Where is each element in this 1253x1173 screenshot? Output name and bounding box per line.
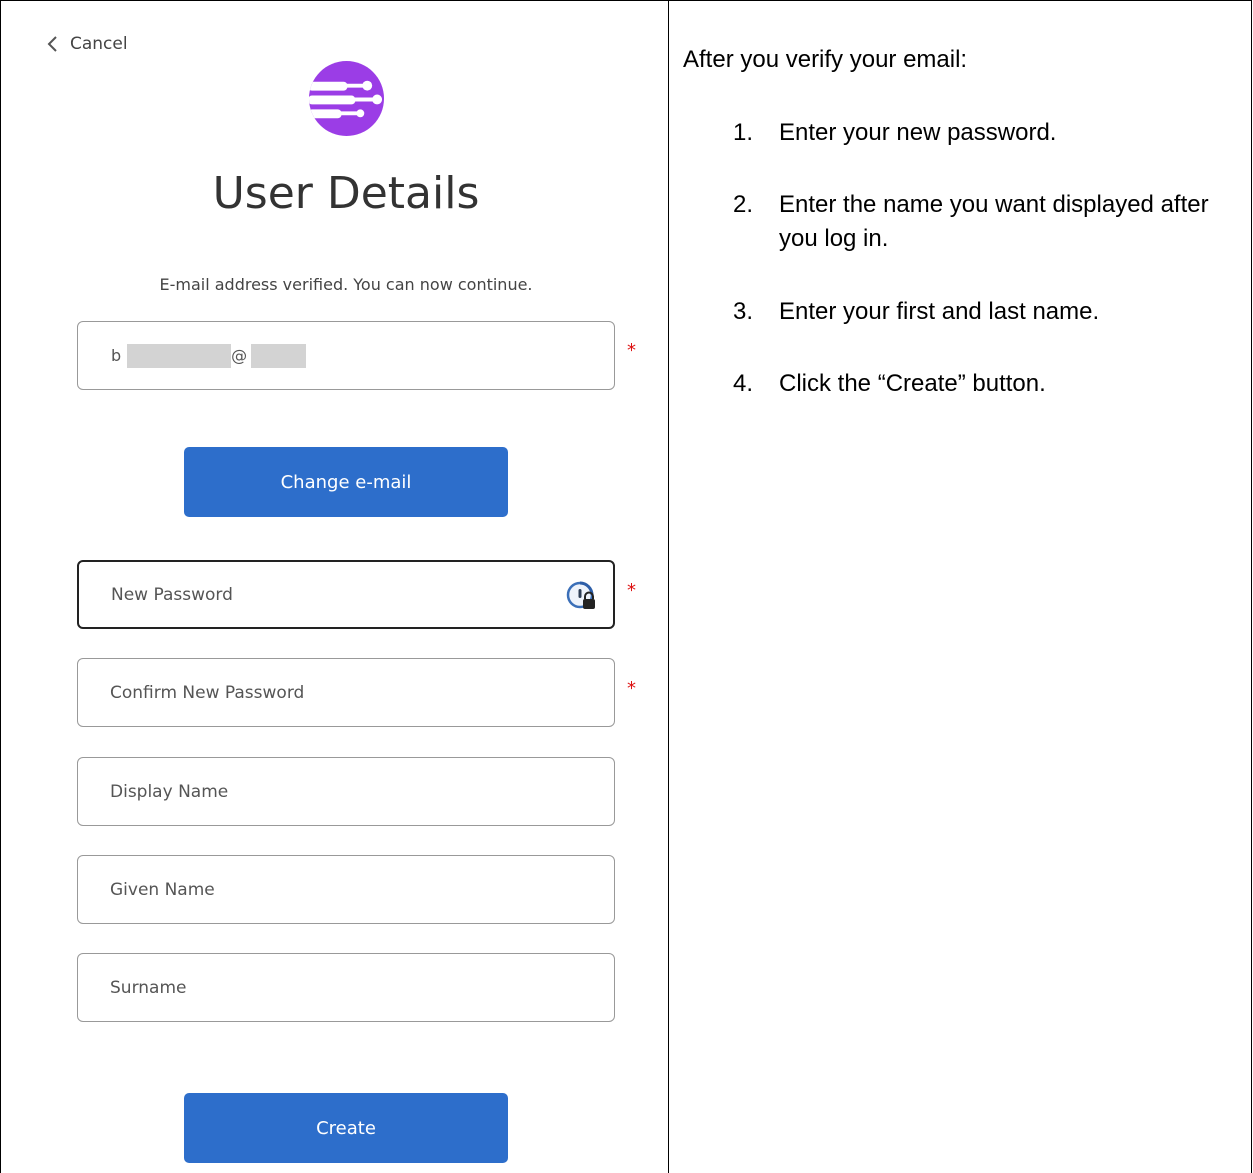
redacted-block: [251, 343, 307, 368]
step-number: 3.: [733, 298, 754, 325]
confirm-password-field-wrapper: [77, 658, 615, 727]
step-text: Click the “Create” button.: [779, 370, 1046, 397]
email-field[interactable]: b @: [77, 321, 615, 390]
change-email-button[interactable]: Change e-mail: [184, 447, 508, 517]
step-text: Enter your first and last name.: [779, 298, 1100, 325]
new-password-field-wrapper: [77, 560, 615, 629]
instructions-panel: After you verify your email: 1. Enter yo…: [683, 46, 1243, 397]
required-asterisk: *: [627, 580, 636, 601]
given-name-input[interactable]: [110, 856, 550, 923]
instruction-step: 2. Enter the name you want displayed aft…: [733, 188, 1213, 256]
instruction-step: 4. Click the “Create” button.: [733, 367, 1213, 401]
display-name-input[interactable]: [110, 758, 550, 825]
cancel-link[interactable]: Cancel: [46, 34, 128, 54]
required-asterisk: *: [627, 340, 636, 361]
step-number: 4.: [733, 370, 754, 397]
given-name-field-wrapper: [77, 855, 615, 924]
create-button[interactable]: Create: [184, 1093, 508, 1163]
required-asterisk: *: [627, 678, 636, 699]
surname-field-wrapper: [77, 953, 615, 1022]
step-text: Enter your new password.: [779, 119, 1057, 146]
redacted-block: [127, 343, 232, 368]
new-password-input[interactable]: [111, 562, 551, 627]
chevron-left-icon: [47, 36, 57, 52]
password-manager-icon[interactable]: [566, 581, 598, 613]
instructions-intro: After you verify your email:: [683, 46, 968, 73]
display-name-field-wrapper: [77, 757, 615, 826]
email-value: b @: [111, 322, 307, 389]
column-divider: [668, 0, 669, 1173]
cancel-label: Cancel: [70, 34, 128, 54]
confirm-password-input[interactable]: [110, 659, 550, 726]
page-title: User Details: [212, 168, 480, 219]
instruction-step: 1. Enter your new password.: [733, 116, 1213, 150]
step-text: Enter the name you want displayed after …: [779, 191, 1209, 252]
step-number: 1.: [733, 119, 754, 146]
step-number: 2.: [733, 191, 754, 218]
app-logo: [308, 60, 385, 137]
verified-message: E-mail address verified. You can now con…: [159, 275, 533, 294]
surname-input[interactable]: [110, 954, 550, 1021]
instruction-step: 3. Enter your first and last name.: [733, 295, 1213, 329]
